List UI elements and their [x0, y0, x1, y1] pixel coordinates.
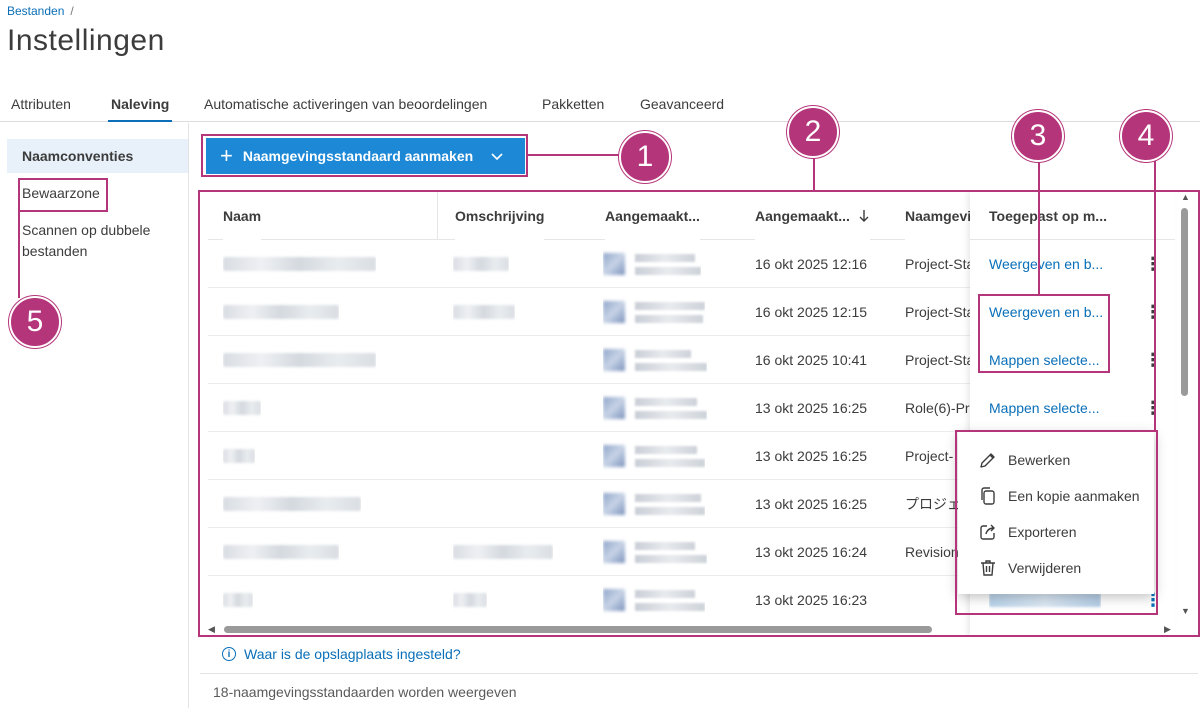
tab-pakketten[interactable]: Pakketten [542, 96, 604, 122]
sidebar-item-naamconventies[interactable]: Naamconventies [7, 139, 188, 173]
storage-link-label: Waar is de opslagplaats ingesteld? [244, 646, 461, 662]
annotation-line-1 [528, 154, 620, 156]
annotation-badge-3: 3 [1012, 110, 1064, 162]
annotation-line-3 [1038, 160, 1040, 294]
annotation-badge-1: 1 [619, 131, 671, 183]
tab-attributen[interactable]: Attributen [11, 96, 71, 122]
tab-naleving[interactable]: Naleving [108, 96, 173, 122]
annotation-box-1 [201, 134, 528, 177]
annotation-box-3 [978, 294, 1110, 373]
storage-location-link[interactable]: i Waar is de opslagplaats ingesteld? [222, 646, 461, 662]
page-title: Instellingen [7, 24, 165, 57]
tab-automatische-activeringen[interactable]: Automatische activeringen van beoordelin… [204, 96, 487, 122]
tab-geavanceerd[interactable]: Geavanceerd [640, 96, 724, 122]
footer-divider [200, 673, 1198, 674]
results-count: 18-naamgevingsstandaarden worden weergev… [213, 684, 517, 700]
annotation-line-5 [18, 212, 20, 298]
annotation-line-2 [813, 156, 815, 190]
annotation-box-5 [18, 178, 108, 212]
breadcrumb-separator: / [70, 4, 74, 18]
annotation-badge-5: 5 [9, 296, 61, 348]
annotation-line-4 [1154, 160, 1156, 430]
annotation-badge-4: 4 [1120, 110, 1172, 162]
breadcrumb: Bestanden / [7, 4, 74, 18]
annotation-badge-2: 2 [787, 106, 839, 158]
annotation-box-4 [955, 430, 1158, 615]
sidebar-item-scannen-dubbele-bestanden[interactable]: Scannen op dubbele bestanden [7, 220, 167, 262]
breadcrumb-root-link[interactable]: Bestanden [7, 4, 64, 18]
info-icon: i [222, 647, 236, 661]
